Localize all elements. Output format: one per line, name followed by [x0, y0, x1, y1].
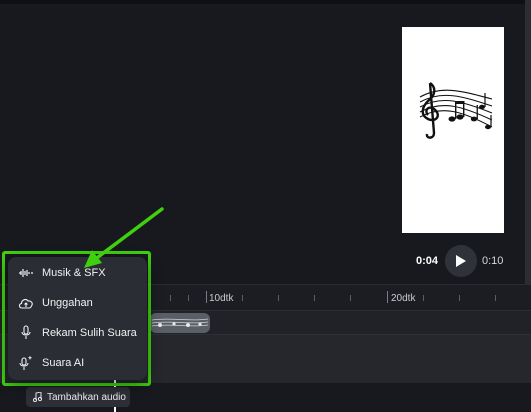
annotation-arrow — [84, 207, 164, 268]
